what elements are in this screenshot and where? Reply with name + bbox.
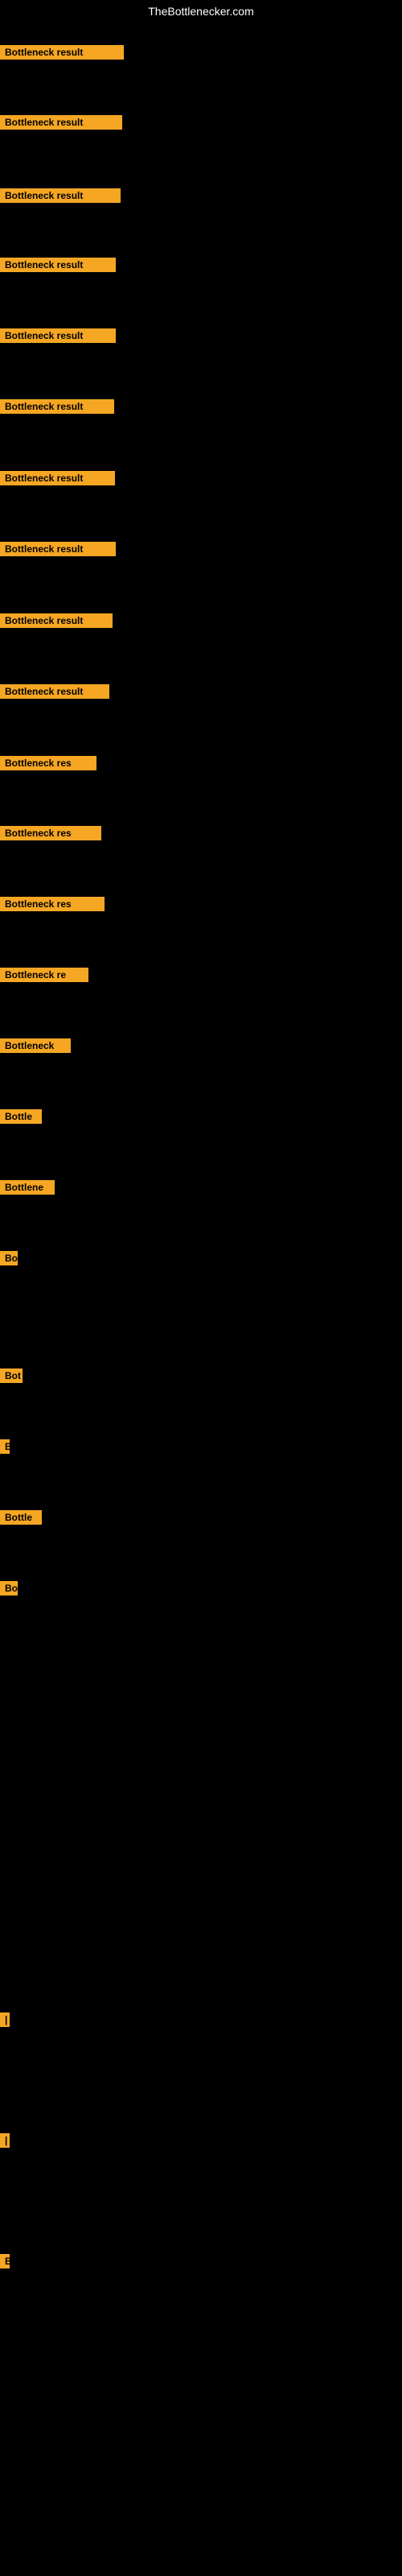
bottleneck-badge-21[interactable]: Bottle	[0, 1510, 42, 1525]
bottleneck-badge-11[interactable]: Bottleneck res	[0, 756, 96, 770]
bottleneck-badge-22[interactable]: Bo	[0, 1581, 18, 1596]
bottleneck-badge-2[interactable]: Bottleneck result	[0, 115, 122, 130]
bottleneck-badge-18[interactable]: Bo	[0, 1251, 18, 1265]
bottleneck-badge-9[interactable]: Bottleneck result	[0, 613, 113, 628]
bottleneck-badge-12[interactable]: Bottleneck res	[0, 826, 101, 840]
page-container: TheBottlenecker.com Bottleneck result Bot…	[0, 0, 402, 2576]
bottleneck-badge-24[interactable]: |	[0, 2133, 10, 2148]
bottleneck-badge-14[interactable]: Bottleneck re	[0, 968, 88, 982]
bottleneck-badge-10[interactable]: Bottleneck result	[0, 684, 109, 699]
bottleneck-badge-20[interactable]: B	[0, 1439, 10, 1454]
site-title: TheBottlenecker.com	[0, 0, 402, 21]
bottleneck-badge-8[interactable]: Bottleneck result	[0, 542, 116, 556]
bottleneck-badge-3[interactable]: Bottleneck result	[0, 188, 121, 203]
bottleneck-badge-15[interactable]: Bottleneck	[0, 1038, 71, 1053]
bottleneck-badge-5[interactable]: Bottleneck result	[0, 328, 116, 343]
bottleneck-badge-16[interactable]: Bottle	[0, 1109, 42, 1124]
bottleneck-badge-17[interactable]: Bottlene	[0, 1180, 55, 1195]
bottleneck-badge-6[interactable]: Bottleneck result	[0, 399, 114, 414]
bottleneck-badge-19[interactable]: Bot	[0, 1368, 23, 1383]
bottleneck-badge-23[interactable]: |	[0, 2013, 10, 2027]
bottleneck-badge-4[interactable]: Bottleneck result	[0, 258, 116, 272]
bottleneck-badge-1[interactable]: Bottleneck result	[0, 45, 124, 60]
bottleneck-badge-13[interactable]: Bottleneck res	[0, 897, 105, 911]
bottleneck-badge-25[interactable]: B	[0, 2254, 10, 2268]
bottleneck-badge-7[interactable]: Bottleneck result	[0, 471, 115, 485]
